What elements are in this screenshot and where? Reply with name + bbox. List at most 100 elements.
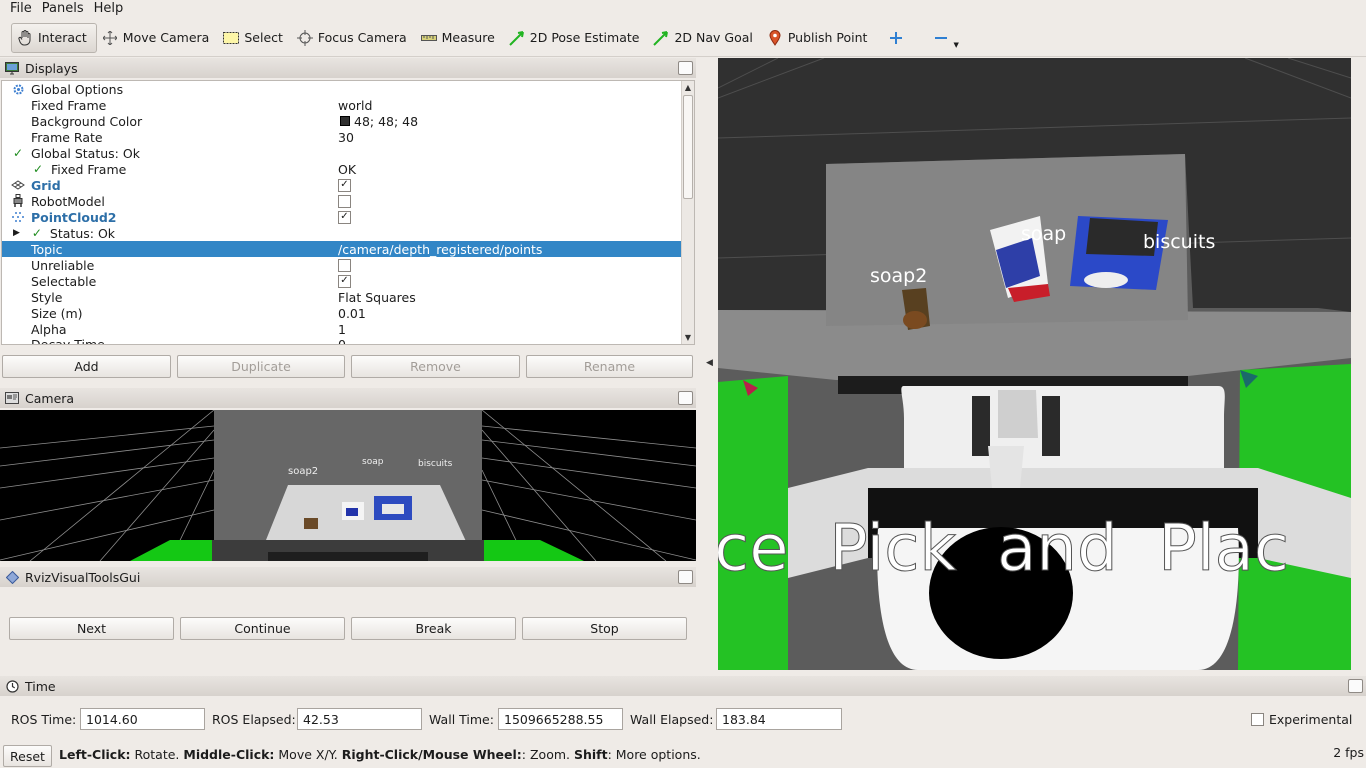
tree-row-topic[interactable]: Topic /camera/depth_registered/points: [2, 241, 682, 257]
tree-row-size[interactable]: Size (m) 0.01: [2, 305, 682, 321]
add-button[interactable]: Add: [2, 355, 171, 378]
tree-label: Background Color: [31, 113, 143, 129]
menu-help[interactable]: Help: [89, 1, 129, 17]
tree-row-style[interactable]: Style Flat Squares: [2, 289, 682, 305]
add-tool-button[interactable]: [876, 23, 921, 53]
tree-label: Status: Ok: [49, 225, 116, 241]
robot-icon: [11, 194, 25, 208]
tree-value[interactable]: 30: [338, 129, 354, 145]
next-button[interactable]: Next: [9, 617, 174, 640]
unreliable-checkbox[interactable]: [338, 258, 351, 272]
wall-elapsed-label: Wall Elapsed:: [630, 712, 714, 727]
tree-row-global-options[interactable]: Global Options: [2, 81, 682, 97]
tree-row-decay-time[interactable]: Decay Time 0: [2, 336, 682, 345]
tree-scrollbar[interactable]: ▲ ▼: [681, 81, 694, 344]
menu-panels[interactable]: Panels: [37, 1, 89, 17]
tool-select[interactable]: Select: [218, 23, 292, 53]
experimental-checkbox[interactable]: [1251, 713, 1264, 726]
scroll-down-icon[interactable]: ▼: [682, 332, 694, 344]
tree-row-robotmodel[interactable]: RobotModel: [2, 193, 682, 209]
tree-row-grid[interactable]: Grid ✓: [2, 177, 682, 193]
scroll-up-icon[interactable]: ▲: [682, 82, 694, 94]
tree-value[interactable]: 0.01: [338, 305, 366, 321]
tree-row-alpha[interactable]: Alpha 1: [2, 321, 682, 337]
camera-label-soap: soap: [362, 457, 384, 467]
menu-file[interactable]: File: [0, 1, 37, 17]
hint-text: Move X/Y.: [274, 747, 342, 762]
map-pin-icon: [767, 29, 783, 46]
tool-2d-nav-goal[interactable]: 2D Nav Goal: [648, 23, 761, 53]
remove-tool-button[interactable]: ▼: [921, 23, 970, 53]
wall-time-field[interactable]: 1509665288.55: [498, 708, 623, 730]
tree-label: Global Status: Ok: [31, 145, 140, 161]
tool-move-camera[interactable]: Move Camera: [97, 23, 219, 53]
tool-label: Publish Point: [787, 30, 868, 45]
tree-row-global-status[interactable]: ✓ Global Status: Ok: [2, 145, 682, 161]
chevron-down-icon: ▼: [953, 40, 959, 49]
mouse-hint: Left-Click: Rotate. Middle-Click: Move X…: [59, 747, 701, 762]
tree-row-unreliable[interactable]: Unreliable: [2, 257, 682, 273]
scroll-thumb[interactable]: [683, 95, 693, 199]
collapse-left-arrow-icon[interactable]: ◀: [706, 358, 713, 368]
camera-title: Camera: [25, 390, 75, 406]
time-title: Time: [25, 678, 56, 694]
tree-value[interactable]: 0: [338, 336, 346, 345]
tree-label: Topic: [31, 241, 63, 257]
check-icon: ✓: [12, 146, 24, 160]
tree-row-background-color[interactable]: Background Color 48; 48; 48: [2, 113, 682, 129]
tool-interact[interactable]: Interact: [11, 22, 97, 53]
tree-value[interactable]: world: [338, 97, 372, 113]
continue-button[interactable]: Continue: [180, 617, 345, 640]
wall-elapsed-field[interactable]: 183.84: [716, 708, 842, 730]
green-arrow-icon: [653, 30, 669, 46]
grid-icon: [11, 178, 25, 192]
tree-row-selectable[interactable]: Selectable ✓: [2, 273, 682, 289]
tree-label: PointCloud2: [31, 209, 117, 225]
tool-label: 2D Nav Goal: [674, 30, 753, 45]
tool-2d-pose-estimate[interactable]: 2D Pose Estimate: [504, 23, 649, 53]
camera-image[interactable]: soap2 soap biscuits: [0, 410, 696, 561]
tree-row-fixed-frame[interactable]: Fixed Frame world: [2, 97, 682, 113]
tool-focus-camera[interactable]: Focus Camera: [292, 23, 416, 53]
ros-time-label: ROS Time:: [11, 712, 77, 727]
tree-row-fixed-frame-status[interactable]: ✓ Fixed Frame OK: [2, 161, 682, 177]
tree-value[interactable]: 1: [338, 321, 346, 337]
color-swatch: [340, 116, 350, 126]
reset-button[interactable]: Reset: [3, 745, 52, 767]
pointcloud2-checkbox[interactable]: ✓: [338, 210, 351, 224]
panel-close-button[interactable]: [678, 391, 693, 405]
hint-text: : Zoom.: [521, 747, 574, 762]
tree-label: Size (m): [31, 305, 83, 321]
tool-publish-point[interactable]: Publish Point: [762, 23, 877, 53]
rename-button[interactable]: Rename: [526, 355, 693, 378]
hint-key: Shift: [573, 747, 608, 762]
crosshair-icon: [296, 29, 313, 46]
tree-label: Global Options: [31, 81, 124, 97]
grid-checkbox[interactable]: ✓: [338, 178, 351, 192]
panel-close-button[interactable]: [1348, 679, 1363, 693]
tree-label: Fixed Frame: [51, 161, 127, 177]
selectable-checkbox[interactable]: ✓: [338, 274, 351, 288]
panel-close-button[interactable]: [678, 570, 693, 584]
ros-time-field[interactable]: 1014.60: [80, 708, 205, 730]
tree-row-frame-rate[interactable]: Frame Rate 30: [2, 129, 682, 145]
tree-value[interactable]: /camera/depth_registered/points: [338, 241, 542, 257]
ros-elapsed-field[interactable]: 42.53: [297, 708, 422, 730]
minus-icon: [933, 30, 949, 46]
remove-button[interactable]: Remove: [351, 355, 520, 378]
camera-icon: [5, 391, 19, 405]
break-button[interactable]: Break: [351, 617, 516, 640]
tree-row-status-ok[interactable]: ▶ ✓ Status: Ok: [2, 225, 682, 241]
tree-value[interactable]: 48; 48; 48: [336, 113, 418, 129]
robotmodel-checkbox[interactable]: [338, 194, 351, 208]
tree-value: OK: [338, 161, 357, 177]
stop-button[interactable]: Stop: [522, 617, 687, 640]
tool-measure[interactable]: Measure: [416, 23, 504, 53]
duplicate-button[interactable]: Duplicate: [177, 355, 345, 378]
panel-close-button[interactable]: [678, 61, 693, 75]
tree-value[interactable]: Flat Squares: [338, 289, 416, 305]
expand-arrow-icon[interactable]: ▶: [13, 228, 20, 238]
tree-row-pointcloud2[interactable]: PointCloud2 ✓: [2, 209, 682, 225]
displays-title: Displays: [25, 60, 78, 76]
3d-render-view[interactable]: soap biscuits soap2 ce Pick and Plac: [718, 58, 1351, 670]
